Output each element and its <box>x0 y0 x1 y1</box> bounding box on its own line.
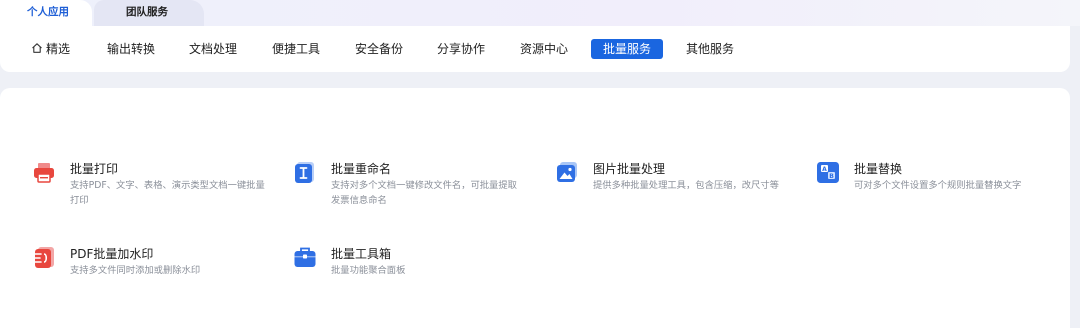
home-icon <box>32 43 42 53</box>
nav-item-quick-tools[interactable]: 便捷工具 <box>272 39 320 59</box>
tab-team-service[interactable]: 团队服务 <box>94 0 204 26</box>
nav-item-output-convert[interactable]: 输出转换 <box>107 39 155 59</box>
card-desc: 批量功能聚合面板 <box>331 265 406 276</box>
nav-item-share-collab[interactable]: 分享协作 <box>437 39 485 59</box>
card-title: PDF批量加水印 <box>70 247 154 261</box>
nav-item-other-service[interactable]: 其他服务 <box>686 39 734 59</box>
card-desc: 提供多种批量处理工具，包含压缩，改尺寸等 <box>593 180 779 191</box>
nav-item-label: 精选 <box>46 42 71 56</box>
card-title: 图片批量处理 <box>593 162 666 176</box>
top-tab-bar: 团队服务 个人应用 <box>0 0 1080 26</box>
card-desc: 支持PDF、文字、表格、演示类型文档一键批量打印 <box>70 180 265 206</box>
image-batch-icon <box>557 162 577 182</box>
printer-icon <box>34 163 54 183</box>
card-title: 批量替换 <box>854 162 903 176</box>
card-desc: 支持对多个文档一键修改文件名，可批量提取发票信息命名 <box>331 180 517 206</box>
card-title: 批量工具箱 <box>331 247 392 261</box>
rename-icon <box>295 162 314 183</box>
svg-text:A: A <box>822 166 827 173</box>
content-panel: 批量打印 支持PDF、文字、表格、演示类型文档一键批量打印 批量重命名 支持对多… <box>0 88 1070 328</box>
nav-item-doc-process[interactable]: 文档处理 <box>189 39 237 59</box>
nav-item-featured[interactable]: 精选 <box>31 39 70 59</box>
svg-text:B: B <box>829 173 834 180</box>
replace-icon: A B <box>817 162 839 183</box>
card-desc: 支持多文件同时添加或删除水印 <box>70 265 201 276</box>
card-desc: 可对多个文件设置多个规则批量替换文字 <box>854 180 1022 191</box>
card-title: 批量打印 <box>70 162 119 176</box>
nav-item-resource-center[interactable]: 资源中心 <box>520 39 568 59</box>
nav-item-batch-service[interactable]: 批量服务 <box>591 39 664 59</box>
watermark-icon <box>32 247 54 268</box>
nav-item-security-backup[interactable]: 安全备份 <box>355 39 403 59</box>
card-title: 批量重命名 <box>331 162 392 176</box>
category-nav: 精选 输出转换 文档处理 便捷工具 安全备份 分享协作 资源中心 批量服务 其他… <box>0 26 1070 72</box>
toolbox-icon <box>294 247 316 267</box>
tab-personal-apps[interactable]: 个人应用 <box>0 0 92 26</box>
